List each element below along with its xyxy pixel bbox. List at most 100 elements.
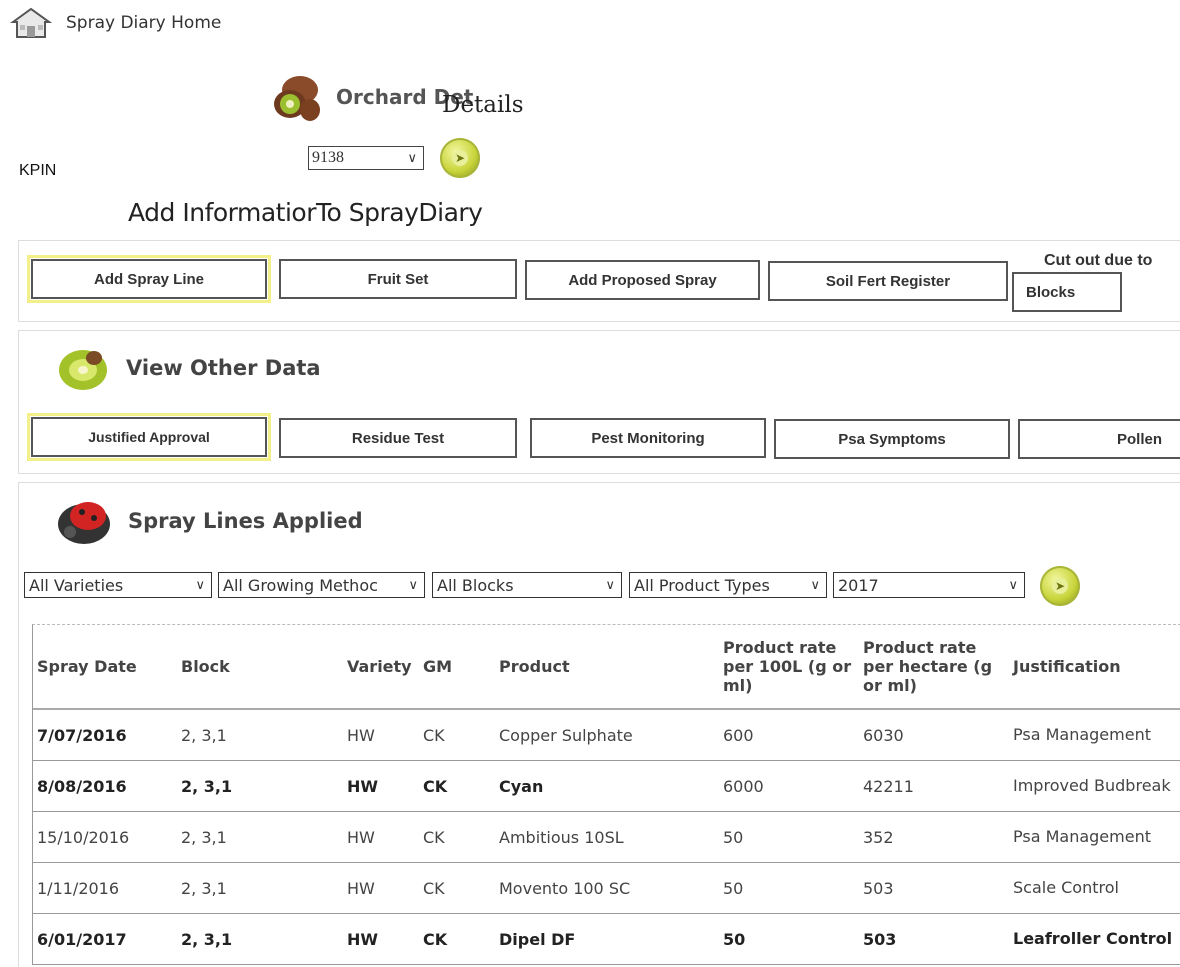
psa-symptoms-button[interactable]: Psa Symptoms xyxy=(774,419,1010,459)
col-variety[interactable]: Variety xyxy=(343,625,419,710)
cell-gm: CK xyxy=(419,811,495,863)
view-other-data-header: View Other Data xyxy=(56,344,321,392)
cell-date: 15/10/2016 xyxy=(33,811,177,863)
cell-block: 2, 3,1 xyxy=(177,862,343,914)
chevron-down-icon: ∨ xyxy=(195,577,205,593)
cell-rate-100l: 600 xyxy=(719,709,859,761)
cell-variety: HW xyxy=(343,709,419,761)
chevron-down-icon: ∨ xyxy=(605,577,615,593)
cell-rate-100l: 6000 xyxy=(719,760,859,812)
kiwi-slice-icon xyxy=(59,350,107,390)
table-header-row: Spray Date Block Variety GM Product Prod… xyxy=(33,625,1180,710)
col-rate-ha[interactable]: Product rate per hectare (g or ml) xyxy=(859,625,1009,710)
col-justification[interactable]: Justification xyxy=(1009,625,1180,710)
kpin-label: KPIN xyxy=(19,162,57,179)
kiwifruit-icon xyxy=(274,76,320,121)
cell-rate-100l: 50 xyxy=(719,862,859,914)
arrow-right-icon: ➤ xyxy=(452,150,468,166)
cell-product: Movento 100 SC xyxy=(495,862,719,914)
cell-gm: CK xyxy=(419,913,495,965)
justified-approval-button[interactable]: Justified Approval xyxy=(27,413,271,461)
cell-gm: CK xyxy=(419,760,495,812)
col-spray-date[interactable]: Spray Date xyxy=(33,625,177,710)
cell-date: 6/01/2017 xyxy=(33,913,177,965)
cell-block: 2, 3,1 xyxy=(177,709,343,761)
product-types-filter-value: All Product Types xyxy=(634,575,770,595)
add-spray-line-button[interactable]: Add Spray Line xyxy=(27,255,271,303)
home-link[interactable]: Spray Diary Home xyxy=(10,6,221,40)
cell-product: Ambitious 10SL xyxy=(495,811,719,863)
spray-lines-title: Spray Lines Applied xyxy=(128,509,363,533)
details-overlay-text: Details xyxy=(442,92,524,118)
col-rate-100l[interactable]: Product rate per 100L (g or ml) xyxy=(719,625,859,710)
table-row[interactable]: 7/07/2016 2, 3,1 HW CK Copper Sulphate 6… xyxy=(33,709,1180,761)
cell-justification: Psa Management xyxy=(1009,811,1180,863)
pest-monitoring-button[interactable]: Pest Monitoring xyxy=(530,418,766,458)
soil-fert-register-button[interactable]: Soil Fert Register xyxy=(768,261,1008,301)
cell-rate-ha: 503 xyxy=(859,862,1009,914)
cell-block: 2, 3,1 xyxy=(177,913,343,965)
filter-go-button[interactable]: ➤ xyxy=(1040,566,1080,606)
cell-date: 1/11/2016 xyxy=(33,862,177,914)
spray-lines-table: Spray Date Block Variety GM Product Prod… xyxy=(32,624,1180,965)
blocks-filter-value: All Blocks xyxy=(437,575,514,595)
cell-rate-ha: 42211 xyxy=(859,760,1009,812)
home-label: Spray Diary Home xyxy=(66,13,222,33)
cell-product: Dipel DF xyxy=(495,913,719,965)
cell-rate-100l: 50 xyxy=(719,811,859,863)
add-proposed-spray-button[interactable]: Add Proposed Spray xyxy=(525,260,760,300)
cell-justification: Leafroller Control xyxy=(1009,913,1180,965)
kpin-select[interactable]: 9138 ∨ xyxy=(308,146,424,170)
col-product[interactable]: Product xyxy=(495,625,719,710)
chevron-down-icon: ∨ xyxy=(407,150,417,165)
col-block[interactable]: Block xyxy=(177,625,343,710)
spray-lines-header: Spray Lines Applied xyxy=(56,496,363,546)
cell-gm: CK xyxy=(419,709,495,761)
kpin-go-button[interactable]: ➤ xyxy=(440,138,480,178)
cell-product: Cyan xyxy=(495,760,719,812)
cell-variety: HW xyxy=(343,760,419,812)
blocks-filter-select[interactable]: All Blocks ∨ xyxy=(432,572,622,598)
table-row[interactable]: 15/10/2016 2, 3,1 HW CK Ambitious 10SL 5… xyxy=(33,811,1180,863)
cell-rate-100l: 50 xyxy=(719,913,859,965)
col-gm[interactable]: GM xyxy=(419,625,495,710)
cell-gm: CK xyxy=(419,862,495,914)
cell-block: 2, 3,1 xyxy=(177,811,343,863)
chevron-down-icon: ∨ xyxy=(408,577,418,593)
cell-justification: Improved Budbreak xyxy=(1009,760,1180,812)
residue-test-button[interactable]: Residue Test xyxy=(279,418,517,458)
house-icon xyxy=(10,7,52,38)
variety-filter-select[interactable]: All Varieties ∨ xyxy=(24,572,212,598)
table-row[interactable]: 1/11/2016 2, 3,1 HW CK Movento 100 SC 50… xyxy=(33,862,1180,914)
table-row[interactable]: 8/08/2016 2, 3,1 HW CK Cyan 6000 42211 I… xyxy=(33,760,1180,812)
growing-method-filter-value: All Growing Methoc xyxy=(223,575,378,595)
kpin-value: 9138 xyxy=(312,149,344,166)
cell-rate-ha: 503 xyxy=(859,913,1009,965)
cut-out-note: Cut out due to xyxy=(1044,252,1153,269)
variety-filter-value: All Varieties xyxy=(29,575,124,595)
cell-rate-ha: 6030 xyxy=(859,709,1009,761)
cell-date: 7/07/2016 xyxy=(33,709,177,761)
cell-justification: Psa Management xyxy=(1009,709,1180,761)
cell-date: 8/08/2016 xyxy=(33,760,177,812)
pollen-button[interactable]: Pollen xyxy=(1018,419,1180,459)
blocks-button[interactable]: Blocks xyxy=(1012,272,1122,312)
year-filter-select[interactable]: 2017 ∨ xyxy=(833,572,1025,598)
year-filter-value: 2017 xyxy=(838,575,879,595)
add-info-title: Add InformatiorTo SprayDiary xyxy=(128,198,483,227)
product-types-filter-select[interactable]: All Product Types ∨ xyxy=(629,572,827,598)
chevron-down-icon: ∨ xyxy=(1008,577,1018,593)
cell-rate-ha: 352 xyxy=(859,811,1009,863)
cell-variety: HW xyxy=(343,913,419,965)
table-row[interactable]: 6/01/2017 2, 3,1 HW CK Dipel DF 50 503 L… xyxy=(33,913,1180,965)
cell-block: 2, 3,1 xyxy=(177,760,343,812)
cell-product: Copper Sulphate xyxy=(495,709,719,761)
arrow-right-icon: ➤ xyxy=(1052,578,1068,594)
chevron-down-icon: ∨ xyxy=(810,577,820,593)
ladybird-icon xyxy=(58,502,110,544)
cell-justification: Scale Control xyxy=(1009,862,1180,914)
fruit-set-button[interactable]: Fruit Set xyxy=(279,259,517,299)
growing-method-filter-select[interactable]: All Growing Methoc ∨ xyxy=(218,572,425,598)
cell-variety: HW xyxy=(343,811,419,863)
view-other-data-title: View Other Data xyxy=(126,356,321,380)
